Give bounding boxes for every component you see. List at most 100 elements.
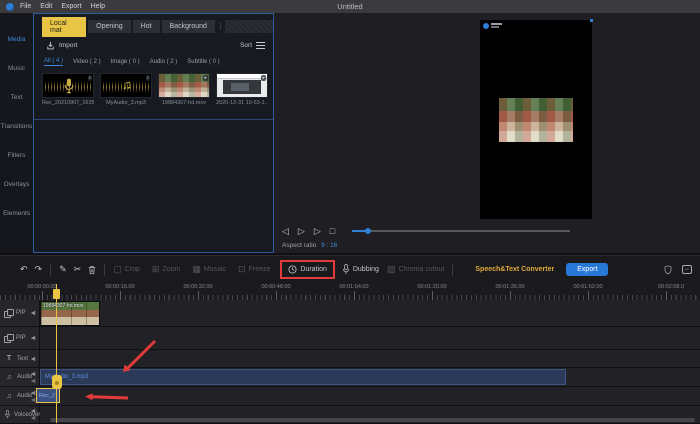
video-badge-icon: ▸ xyxy=(203,75,208,81)
ruler-timecode: 00:00:48.00 xyxy=(251,284,301,290)
filter-image[interactable]: Image ( 0 ) xyxy=(111,59,140,65)
video-thumbnail: ▸ xyxy=(158,73,210,98)
chroma-icon: ▨ xyxy=(387,265,396,274)
pencil-icon: ✎ xyxy=(59,265,67,274)
filter-subtitle[interactable]: Subtitle ( 0 ) xyxy=(187,59,219,65)
music-note-icon: ♫ xyxy=(122,77,132,92)
sidebar-item-media[interactable]: Media xyxy=(8,25,26,54)
sidebar-item-elements[interactable]: Elements xyxy=(3,199,30,228)
media-item-recording[interactable]: ♪ Rec_20210907_1635... xyxy=(42,73,94,106)
progress-knob[interactable] xyxy=(365,228,371,234)
shield-icon[interactable] xyxy=(664,265,672,275)
sort-button[interactable]: Sort xyxy=(240,42,252,49)
mute-icon[interactable] xyxy=(31,356,37,362)
pip-icon xyxy=(4,334,13,342)
solo-icon[interactable] xyxy=(31,415,37,421)
playback-progress-slider[interactable] xyxy=(352,230,570,232)
track-header: T Text xyxy=(0,350,40,367)
sort-menu-icon[interactable] xyxy=(256,42,265,49)
timeline-panel: 00:00:00.00 00:00:16.00 00:00:32.00 00:0… xyxy=(0,283,700,424)
tab-divider: | xyxy=(220,23,222,30)
aspect-ratio-row: Aspect ratio 9 : 16 xyxy=(282,242,337,249)
clip-audio-myaudio[interactable]: MyAudio_3.mp3 xyxy=(40,369,566,385)
edit-button[interactable]: ✎ xyxy=(59,265,67,274)
ruler-timecode: 00:01:20.00 xyxy=(407,284,457,290)
scissors-icon: ✂ xyxy=(74,265,82,274)
preview-canvas[interactable] xyxy=(480,20,592,219)
tab-background[interactable]: Background xyxy=(162,20,215,33)
media-item-name: Rec_20210907_1635... xyxy=(42,100,94,106)
solo-icon[interactable] xyxy=(31,378,37,384)
track-label: PIP xyxy=(16,335,26,341)
window-title: Untitled xyxy=(0,2,700,11)
duration-button[interactable]: Duration xyxy=(288,265,326,274)
sidebar-item-filters[interactable]: Filters xyxy=(8,141,26,170)
mute-icon[interactable] xyxy=(31,371,37,377)
next-frame-button[interactable]: ▷ xyxy=(314,226,321,236)
delete-button[interactable] xyxy=(88,265,96,275)
track-pip-1[interactable]: PIP xyxy=(0,300,700,327)
preview-panel: ◁ ▷ ▷ □ Aspect ratio 9 : 16 xyxy=(274,13,700,253)
ruler-timecode: 00:00:32.00 xyxy=(173,284,223,290)
aspect-ratio-value[interactable]: 9 : 16 xyxy=(321,242,337,249)
duration-highlight-box: Duration xyxy=(280,260,334,279)
crop-button[interactable]: ▢Crop xyxy=(113,265,140,274)
sidebar-item-transitions[interactable]: Transitions xyxy=(1,112,33,141)
preview-video-frame[interactable] xyxy=(499,98,573,142)
freeze-button[interactable]: ⊡Freeze xyxy=(238,265,270,274)
media-item-name: 2020-12-31 10-53-1... xyxy=(216,100,268,106)
tab-hot[interactable]: Hot xyxy=(133,20,160,33)
ruler-timecode: 00:01:52.00 xyxy=(563,284,613,290)
redo-button[interactable]: ↷ xyxy=(35,265,43,274)
audio-thumbnail: ♪ xyxy=(42,73,94,98)
filter-audio[interactable]: Audio ( 2 ) xyxy=(150,59,178,65)
tab-opening[interactable]: Opening xyxy=(88,20,130,33)
playhead-marker[interactable] xyxy=(53,289,60,299)
timeline-horizontal-scrollbar[interactable] xyxy=(50,418,695,422)
fit-timeline-icon[interactable]: ↔ xyxy=(682,265,692,274)
track-text[interactable]: T Text xyxy=(0,350,700,368)
chroma-cutout-button[interactable]: ▨Chroma cutout xyxy=(387,265,444,274)
split-button[interactable]: ✂ xyxy=(74,265,82,274)
export-button[interactable]: Export xyxy=(566,263,608,276)
track-header: PIP xyxy=(0,300,40,326)
sidebar-item-overlays[interactable]: Overlays xyxy=(4,170,30,199)
aspect-ratio-label: Aspect ratio xyxy=(282,242,316,249)
microphone-icon xyxy=(342,264,350,275)
sidebar-item-text[interactable]: Text xyxy=(11,83,23,112)
track-pip-2[interactable]: PIP xyxy=(0,327,700,350)
clip-drag-handle[interactable] xyxy=(52,375,62,389)
filter-all[interactable]: All ( 4 ) xyxy=(44,58,63,66)
dubbing-button[interactable]: Dubbing xyxy=(342,264,379,275)
media-item-music[interactable]: ♫ ♪ MyAudio_3.mp3 xyxy=(100,73,152,106)
redo-icon: ↷ xyxy=(35,265,43,274)
toolbar-divider xyxy=(452,264,453,276)
speech-text-converter-button[interactable]: Speech&Text Converter xyxy=(475,266,554,273)
audio-track-icon: ♫ xyxy=(4,374,14,381)
previous-frame-button[interactable]: ◁ xyxy=(282,226,289,236)
media-tab-bar: Local mat Opening Hot Background | xyxy=(42,18,273,35)
media-item-screen-recording[interactable]: ▸ 2020-12-31 10-53-1... xyxy=(216,73,268,106)
clip-pip-video[interactable]: 19884307-hd.mov xyxy=(40,301,100,326)
tab-local-material[interactable]: Local mat xyxy=(42,17,86,37)
sidebar-item-music[interactable]: Music xyxy=(8,54,25,83)
media-item-video[interactable]: ▸ 19884307-hd.mov xyxy=(158,73,210,106)
import-button[interactable]: Import xyxy=(59,42,77,49)
stop-button[interactable]: □ xyxy=(330,226,335,236)
microphone-icon xyxy=(63,78,75,94)
track-audio-2[interactable]: ♫ Audio xyxy=(0,387,700,406)
watermark xyxy=(483,23,502,29)
mute-icon[interactable] xyxy=(31,310,37,316)
mute-icon[interactable] xyxy=(31,408,37,414)
mosaic-button[interactable]: ▦Mosaic xyxy=(192,265,226,274)
track-header: ♫ Audio xyxy=(0,368,40,386)
mute-icon[interactable] xyxy=(31,335,37,341)
import-icon[interactable] xyxy=(46,41,55,50)
play-button[interactable]: ▷ xyxy=(298,226,305,236)
canvas-selection-handle[interactable] xyxy=(590,19,593,22)
undo-button[interactable]: ↶ xyxy=(20,265,28,274)
track-label: Text xyxy=(17,356,28,362)
audio-thumbnail: ♫ ♪ xyxy=(100,73,152,98)
zoom-button[interactable]: ⊞Zoom xyxy=(152,265,180,274)
filter-video[interactable]: Video ( 2 ) xyxy=(73,59,101,65)
